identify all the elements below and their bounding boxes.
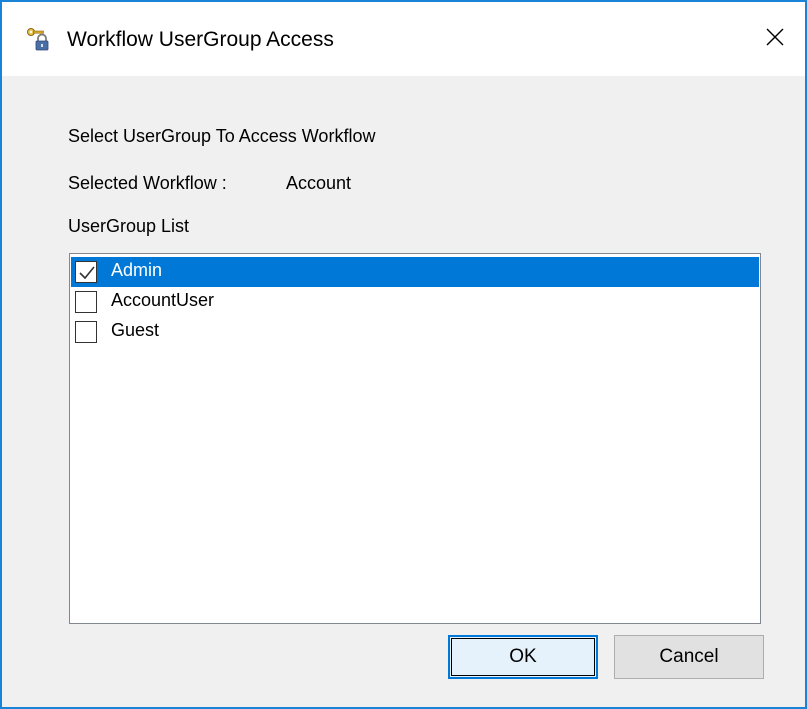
list-item-label: AccountUser	[111, 290, 215, 310]
cancel-button[interactable]: Cancel	[614, 635, 764, 679]
checkmark-icon	[79, 266, 95, 280]
selected-workflow-value: Account	[286, 173, 352, 193]
list-item-label: Guest	[111, 320, 160, 340]
dialog-window: Workflow UserGroup Access Select UserGro…	[0, 0, 807, 709]
usergroup-listbox[interactable]: Admin AccountUser Guest	[69, 253, 761, 624]
window-title: Workflow UserGroup Access	[67, 28, 334, 51]
list-item-accountuser[interactable]: AccountUser	[71, 287, 759, 317]
instruction-label: Select UserGroup To Access Workflow	[68, 126, 376, 146]
close-button[interactable]	[745, 2, 805, 76]
title-bar[interactable]: Workflow UserGroup Access	[2, 2, 805, 76]
key-lock-icon	[25, 26, 51, 52]
ok-button[interactable]: OK	[448, 635, 598, 679]
cancel-button-label: Cancel	[659, 646, 719, 667]
admin-checkbox[interactable]	[75, 261, 97, 283]
list-item-guest[interactable]: Guest	[71, 317, 759, 347]
list-item-admin[interactable]: Admin	[71, 257, 759, 287]
guest-checkbox[interactable]	[75, 321, 97, 343]
close-icon	[766, 28, 784, 51]
ok-button-label: OK	[509, 646, 537, 667]
accountuser-checkbox[interactable]	[75, 291, 97, 313]
usergroup-list-label: UserGroup List	[68, 216, 190, 236]
list-item-label: Admin	[111, 260, 163, 280]
selected-workflow-label: Selected Workflow :	[68, 173, 227, 193]
